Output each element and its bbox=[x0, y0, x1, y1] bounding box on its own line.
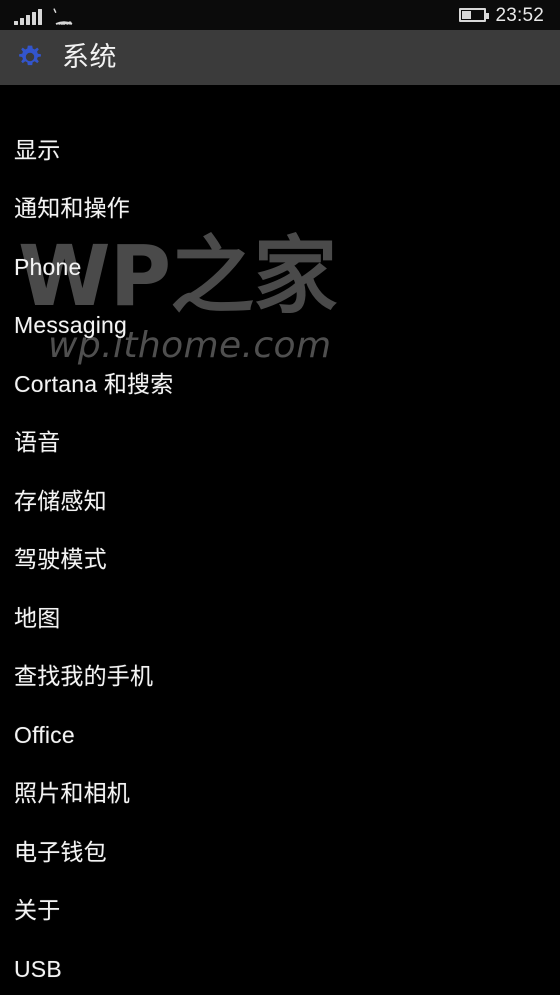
settings-item-label: USB bbox=[14, 955, 62, 982]
settings-item-label: Phone bbox=[14, 253, 82, 280]
settings-item-usb[interactable]: USB bbox=[0, 940, 560, 995]
status-bar-left bbox=[14, 5, 73, 25]
settings-item-driving-mode[interactable]: 驾驶模式 bbox=[0, 531, 560, 590]
settings-list[interactable]: 显示 通知和操作 Phone Messaging Cortana 和搜索 语音 … bbox=[0, 85, 560, 995]
settings-item-speech[interactable]: 语音 bbox=[0, 414, 560, 473]
phone-screen: 23:52 系统 WP之家 wp.ithome.com 显示 通知和操作 Pho… bbox=[0, 0, 560, 995]
settings-item-label: 电子钱包 bbox=[14, 838, 107, 865]
settings-item-label: 通知和操作 bbox=[14, 195, 130, 222]
settings-item-label: 驾驶模式 bbox=[14, 546, 107, 573]
settings-item-office[interactable]: Office bbox=[0, 706, 560, 765]
wifi-icon bbox=[51, 8, 73, 25]
settings-item-label: Messaging bbox=[14, 312, 128, 339]
settings-item-photos-camera[interactable]: 照片和相机 bbox=[0, 765, 560, 824]
status-bar-clock: 23:52 bbox=[495, 4, 544, 26]
status-bar-right: 23:52 bbox=[459, 6, 544, 25]
settings-item-notifications-actions[interactable]: 通知和操作 bbox=[0, 180, 560, 239]
settings-item-label: Cortana 和搜索 bbox=[14, 370, 174, 397]
settings-item-label: 语音 bbox=[14, 429, 61, 456]
settings-item-maps[interactable]: 地图 bbox=[0, 589, 560, 648]
settings-item-label: 显示 bbox=[14, 136, 61, 163]
settings-item-label: 地图 bbox=[14, 604, 61, 631]
settings-item-label: 存储感知 bbox=[14, 487, 107, 514]
settings-item-find-my-phone[interactable]: 查找我的手机 bbox=[0, 648, 560, 707]
settings-item-storage-sense[interactable]: 存储感知 bbox=[0, 472, 560, 531]
settings-item-label: 照片和相机 bbox=[14, 780, 130, 807]
settings-item-label: 查找我的手机 bbox=[14, 663, 154, 690]
settings-item-label: Office bbox=[14, 721, 75, 748]
settings-item-label: 关于 bbox=[14, 897, 61, 924]
page-title: 系统 bbox=[62, 42, 117, 72]
settings-item-display[interactable]: 显示 bbox=[0, 121, 560, 180]
settings-item-wallet[interactable]: 电子钱包 bbox=[0, 823, 560, 882]
settings-item-phone[interactable]: Phone bbox=[0, 238, 560, 297]
battery-icon bbox=[459, 8, 490, 22]
gear-icon bbox=[16, 44, 44, 72]
settings-item-cortana-search[interactable]: Cortana 和搜索 bbox=[0, 355, 560, 414]
signal-bars-icon bbox=[14, 9, 42, 25]
settings-item-about[interactable]: 关于 bbox=[0, 882, 560, 941]
app-header: 系统 bbox=[0, 30, 560, 85]
battery-fill bbox=[462, 11, 472, 19]
status-bar: 23:52 bbox=[0, 0, 560, 30]
settings-item-messaging[interactable]: Messaging bbox=[0, 297, 560, 356]
